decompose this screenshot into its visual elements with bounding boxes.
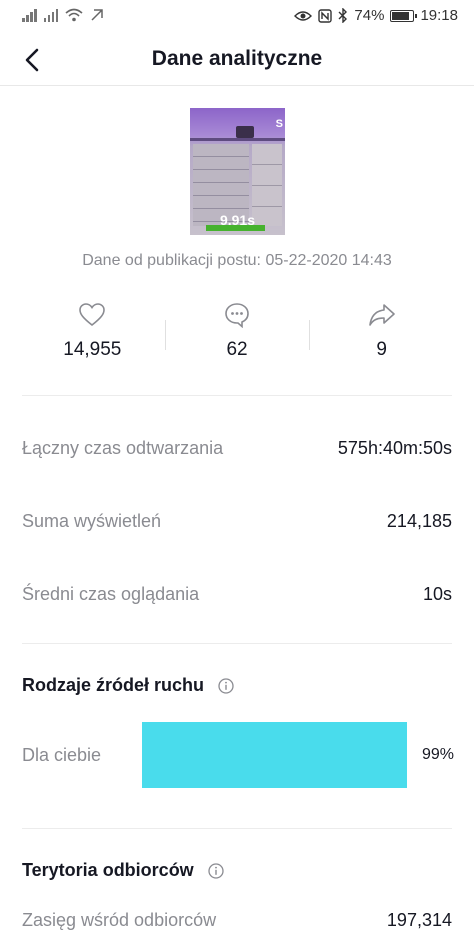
page-title: Dane analityczne <box>151 47 323 70</box>
section-title-text: Terytoria odbiorców <box>22 860 194 880</box>
traffic-source-bar <box>142 722 408 788</box>
signal-icon <box>43 8 58 22</box>
traffic-source-track <box>142 722 410 788</box>
metric-value: 214,185 <box>386 511 452 531</box>
section-title-text: Rodzaje źródeł ruchu <box>22 675 205 695</box>
info-icon[interactable] <box>218 677 234 694</box>
metric-row: Suma wyświetleń 214,185 <box>22 507 452 537</box>
comment-icon <box>225 303 249 328</box>
info-icon[interactable] <box>208 862 224 879</box>
metric-label: Średni czas oglądania <box>22 584 200 604</box>
metric-label: Suma wyświetleń <box>22 511 162 531</box>
header: Dane analityczne <box>0 34 474 86</box>
status-bar: 74% 19:18 <box>0 0 474 34</box>
likes-count: 14,955 <box>63 339 122 360</box>
metric-label: Łączny czas odtwarzania <box>22 438 224 458</box>
audience-territories-title: Terytoria odbiorców <box>22 860 224 881</box>
publication-date: Dane od publikacji postu: 05-22-2020 14:… <box>82 252 392 269</box>
clock: 19:18 <box>420 7 458 24</box>
share-icon <box>368 304 395 326</box>
audience-reach-row: Zasięg wśród odbiorców 197,314 <box>22 906 452 936</box>
wifi-icon <box>65 8 83 22</box>
metric-value: 575h:40m:50s <box>337 438 452 458</box>
traffic-source-percent: 99% <box>421 746 454 763</box>
signal-icon <box>22 8 37 22</box>
metric-value: 10s <box>422 584 452 604</box>
metric-row: Średni czas oglądania 10s <box>22 580 452 610</box>
bluetooth-icon <box>338 8 348 23</box>
battery-percent: 74% <box>354 7 385 24</box>
engagement-stats: 14,955 62 9 <box>20 300 454 368</box>
traffic-source-label: Dla ciebie <box>22 745 102 765</box>
metric-row: Łączny czas odtwarzania 575h:40m:50s <box>22 434 452 464</box>
comments-stat: 62 <box>164 300 310 368</box>
audience-reach-label: Zasięg wśród odbiorców <box>22 910 217 930</box>
divider <box>22 828 452 829</box>
eye-icon <box>294 10 313 21</box>
traffic-source-row: Dla ciebie 99% <box>22 722 454 788</box>
notification-icon <box>91 9 103 21</box>
divider <box>22 395 452 396</box>
shares-count: 9 <box>376 339 387 360</box>
video-duration: 9.91s <box>219 212 256 228</box>
comments-count: 62 <box>226 339 248 360</box>
heart-icon <box>79 303 106 327</box>
audience-reach-value: 197,314 <box>386 910 452 930</box>
divider <box>22 643 452 644</box>
battery-icon <box>390 9 418 22</box>
shares-stat: 9 <box>309 300 454 368</box>
likes-stat: 14,955 <box>20 300 165 368</box>
video-thumbnail[interactable]: S 9.91s <box>190 108 285 235</box>
nfc-icon <box>318 8 333 23</box>
traffic-sources-title: Rodzaje źródeł ruchu <box>22 675 234 696</box>
